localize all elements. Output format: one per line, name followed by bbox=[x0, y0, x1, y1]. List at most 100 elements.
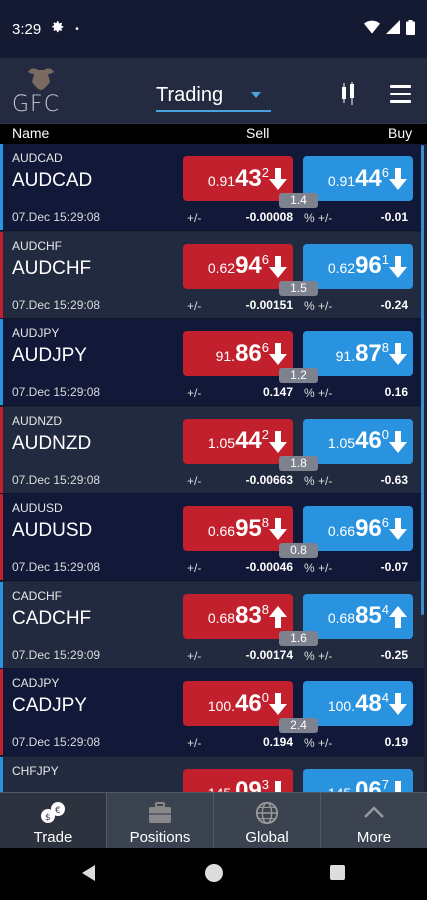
home-icon[interactable] bbox=[205, 864, 223, 882]
quote-row[interactable]: AUDJPY AUDJPY 07.Dec 15:29:08 91.866 91.… bbox=[0, 319, 424, 406]
arrow-down-icon bbox=[389, 168, 407, 190]
buy-price: 0.68854 bbox=[327, 602, 389, 629]
sell-price-fraction: 6 bbox=[261, 339, 269, 355]
arrow-down-icon bbox=[269, 430, 287, 453]
sell-button[interactable]: 100.460 bbox=[183, 681, 293, 726]
dropdown-chevron-icon bbox=[251, 92, 261, 98]
sell-price-fraction: 0 bbox=[261, 689, 269, 705]
arrow-down-icon bbox=[269, 780, 287, 792]
sell-button[interactable]: 0.62946 bbox=[183, 243, 293, 289]
sell-price: 145.093 bbox=[208, 778, 269, 792]
sell-button[interactable]: 1.05442 bbox=[183, 418, 293, 464]
nav-global[interactable]: Global bbox=[214, 793, 321, 848]
arrow-down-icon bbox=[389, 343, 407, 365]
buy-button[interactable]: 100.484 bbox=[303, 681, 413, 726]
buy-button[interactable]: 0.91446 bbox=[303, 156, 413, 201]
wifi-icon bbox=[364, 20, 380, 38]
sell-price-fraction: 8 bbox=[261, 602, 269, 617]
back-icon[interactable] bbox=[82, 865, 95, 881]
quote-row[interactable]: AUDCHF AUDCHF 07.Dec 15:29:08 0.62946 0.… bbox=[0, 231, 424, 319]
change-value: -0.00151 bbox=[245, 297, 293, 312]
change-label: +/- bbox=[187, 561, 202, 575]
buy-price-pips: 44 bbox=[355, 164, 382, 192]
sell-button[interactable]: 0.66958 bbox=[183, 506, 293, 551]
app-header: GFC Trading bbox=[0, 58, 427, 124]
buy-button[interactable]: 91.878 bbox=[303, 331, 413, 376]
buy-button[interactable]: 0.68854 bbox=[303, 593, 413, 639]
quote-list[interactable]: AUDCAD AUDCAD 07.Dec 15:29:08 0.91432 0.… bbox=[0, 144, 427, 792]
symbol-name: AUDCHF bbox=[12, 257, 92, 279]
change-label: +/- bbox=[187, 473, 202, 488]
status-bar: 3:29 • bbox=[0, 0, 427, 58]
change-pct-label: % +/- bbox=[304, 211, 333, 225]
symbol-code: AUDUSD bbox=[12, 501, 63, 515]
nav-trade[interactable]: $ € Trade bbox=[0, 793, 107, 848]
buy-price-fraction: 6 bbox=[381, 514, 389, 530]
arrow-up-icon bbox=[269, 605, 287, 628]
buy-price-fraction: 1 bbox=[381, 252, 389, 267]
buy-price-pips: 85 bbox=[355, 602, 382, 629]
hamburger-menu-icon[interactable] bbox=[390, 85, 411, 103]
quote-timestamp: 07.Dec 15:29:08 bbox=[12, 210, 101, 224]
sell-price-prefix: 0.68 bbox=[207, 610, 236, 626]
arrow-down-icon bbox=[389, 693, 407, 715]
sell-button[interactable]: 91.866 bbox=[183, 331, 293, 376]
quote-row[interactable]: CHFJPY 145.093 145.067 bbox=[0, 756, 424, 792]
battery-icon bbox=[406, 19, 415, 39]
sell-button[interactable]: 0.91432 bbox=[183, 156, 293, 201]
quote-row[interactable]: CADJPY CADJPY 07.Dec 15:29:08 100.460 10… bbox=[0, 669, 424, 756]
buy-price-pips: 96 bbox=[355, 514, 382, 542]
sell-price-prefix: 0.62 bbox=[207, 260, 236, 276]
change-label: +/- bbox=[187, 211, 202, 225]
buy-price-prefix: 0.91 bbox=[327, 172, 356, 189]
change-value: -0.00174 bbox=[245, 647, 293, 662]
buy-price-fraction: 6 bbox=[381, 164, 389, 180]
signal-icon bbox=[386, 20, 400, 38]
sell-price: 0.91432 bbox=[208, 164, 269, 191]
globe-icon bbox=[254, 801, 280, 825]
buy-price-prefix: 100. bbox=[327, 697, 356, 714]
candlestick-chart-icon[interactable] bbox=[340, 82, 356, 106]
sell-price-pips: 94 bbox=[235, 252, 262, 279]
buy-button[interactable]: 1.05460 bbox=[303, 418, 413, 464]
symbol-name: AUDJPY bbox=[12, 345, 87, 366]
quote-timestamp: 07.Dec 15:29:08 bbox=[12, 385, 101, 399]
change-pct-label: % +/- bbox=[304, 386, 333, 400]
quote-row[interactable]: AUDCAD AUDCAD 07.Dec 15:29:08 0.91432 0.… bbox=[0, 144, 424, 231]
nav-trade-label: Trade bbox=[33, 829, 73, 846]
recent-apps-icon[interactable] bbox=[330, 865, 345, 880]
buy-price-pips: 48 bbox=[355, 689, 382, 717]
view-selector-dropdown[interactable]: Trading bbox=[156, 80, 271, 112]
view-selector-label: Trading bbox=[156, 83, 224, 106]
change-pct-label: % +/- bbox=[304, 298, 333, 313]
gfc-logo: GFC bbox=[10, 66, 70, 120]
arrow-down-icon bbox=[269, 343, 287, 365]
logo-text: GFC bbox=[12, 92, 61, 117]
spread-badge: 1.4 bbox=[279, 193, 318, 208]
symbol-name: AUDCAD bbox=[12, 170, 93, 191]
nav-global-label: Global bbox=[245, 829, 289, 846]
buy-price-prefix: 0.68 bbox=[327, 610, 356, 626]
buy-button[interactable]: 0.62961 bbox=[303, 243, 413, 289]
sell-button[interactable]: 0.68838 bbox=[183, 593, 293, 639]
quote-row[interactable]: AUDNZD AUDNZD 07.Dec 15:29:08 1.05442 1.… bbox=[0, 406, 424, 494]
change-pct-value: -0.07 bbox=[380, 560, 408, 574]
sell-button[interactable]: 145.093 bbox=[183, 768, 293, 792]
nav-positions[interactable]: Positions bbox=[107, 793, 214, 848]
sell-price-prefix: 1.05 bbox=[207, 435, 236, 451]
arrow-down-icon bbox=[389, 518, 407, 540]
buy-button[interactable]: 145.067 bbox=[303, 768, 413, 792]
sell-price-pips: 95 bbox=[235, 514, 262, 542]
chevron-up-icon bbox=[361, 801, 387, 825]
sell-price-fraction: 2 bbox=[261, 164, 269, 180]
symbol-name: CADCHF bbox=[12, 607, 92, 629]
scrollbar-thumb[interactable] bbox=[421, 145, 424, 615]
buy-button[interactable]: 0.66966 bbox=[303, 506, 413, 551]
spread-badge: 1.6 bbox=[279, 630, 318, 646]
change-pct-label: % +/- bbox=[304, 736, 333, 750]
quote-row[interactable]: CADCHF CADCHF 07.Dec 15:29:09 0.68838 0.… bbox=[0, 581, 424, 669]
spread-badge: 2.4 bbox=[279, 718, 318, 733]
nav-more[interactable]: More bbox=[321, 793, 427, 848]
symbol-code: CADJPY bbox=[12, 676, 60, 690]
quote-row[interactable]: AUDUSD AUDUSD 07.Dec 15:29:08 0.66958 0.… bbox=[0, 494, 424, 581]
